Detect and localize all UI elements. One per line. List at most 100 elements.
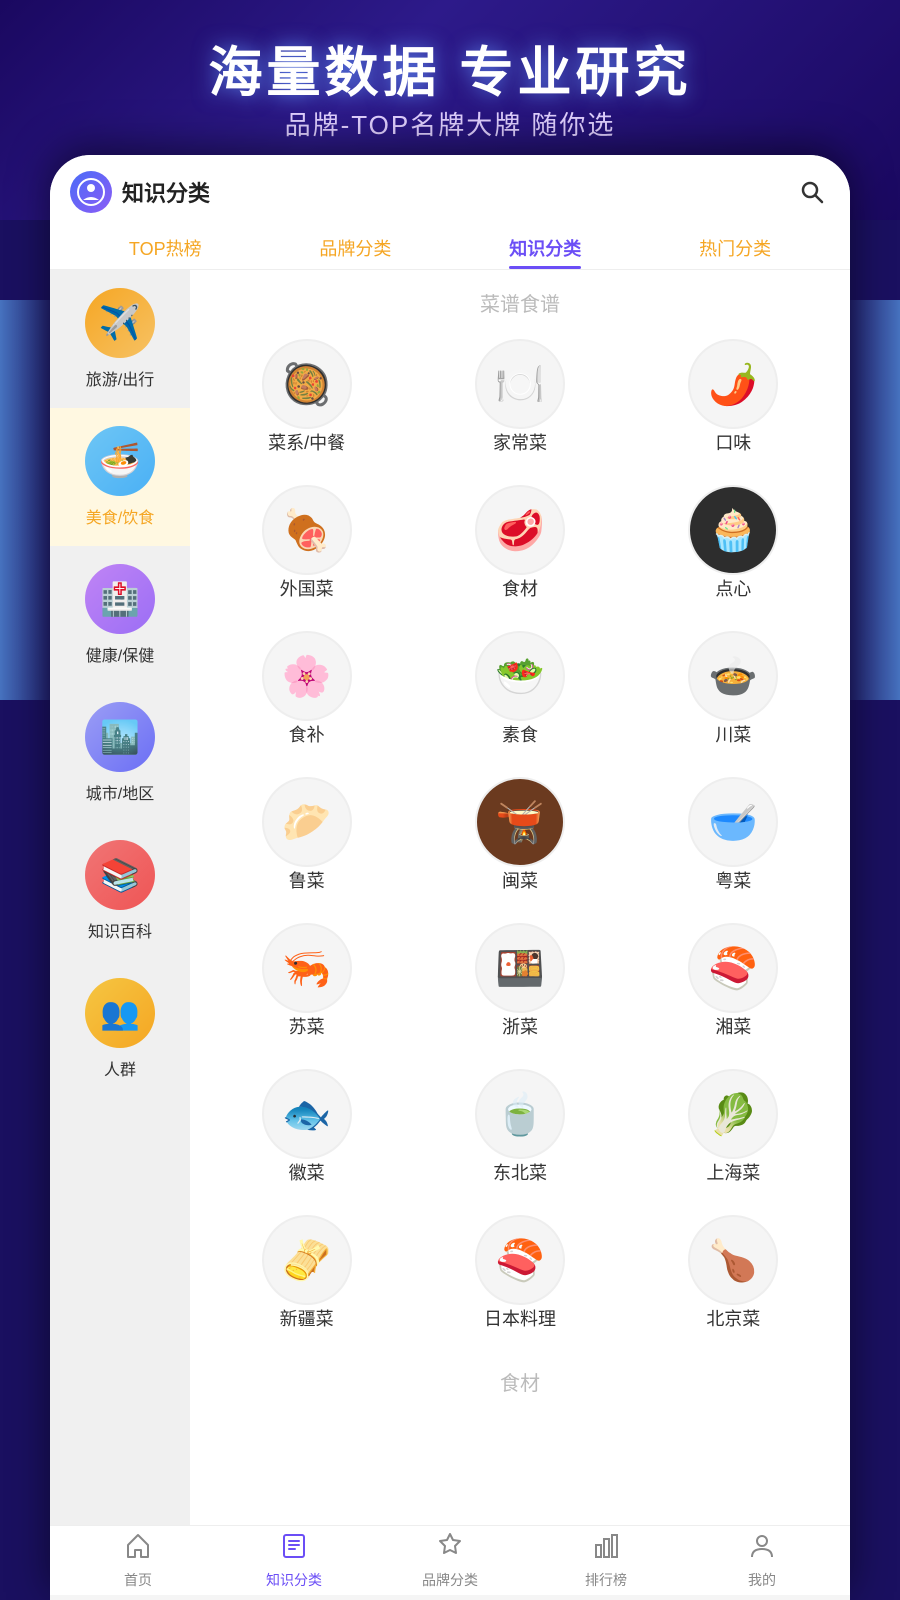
food-item-dongbei[interactable]: 🍵 东北菜 bbox=[413, 1057, 626, 1203]
tab-knowledge[interactable]: 知识分类 bbox=[509, 227, 581, 269]
food-item-hui[interactable]: 🐟 徽菜 bbox=[200, 1057, 413, 1203]
food-item-veg[interactable]: 🥗 素食 bbox=[413, 619, 626, 765]
food-label: 美食/饮食 bbox=[86, 504, 154, 528]
food-label-xiang: 湘菜 bbox=[715, 1013, 751, 1039]
food-item-homecook[interactable]: 🍽️ 家常菜 bbox=[413, 327, 626, 473]
tab-brand[interactable]: 品牌分类 bbox=[319, 227, 391, 269]
food-img-foreign: 🍖 bbox=[262, 485, 352, 575]
city-label: 城市/地区 bbox=[86, 780, 154, 804]
sidebar-item-food[interactable]: 🍜 美食/饮食 bbox=[50, 408, 190, 546]
sidebar: ✈️ 旅游/出行 🍜 美食/饮食 🏥 健康/保健 🏙️ bbox=[50, 270, 190, 1525]
people-icon: 👥 bbox=[85, 978, 155, 1048]
food-img-dessert: 🧁 bbox=[688, 485, 778, 575]
people-label: 人群 bbox=[104, 1056, 136, 1080]
nav-brand[interactable]: 品牌分类 bbox=[372, 1531, 528, 1590]
food-img-japan: 🍣 bbox=[475, 1215, 565, 1305]
search-button[interactable] bbox=[794, 174, 830, 210]
sidebar-item-wiki[interactable]: 📚 知识百科 bbox=[50, 822, 190, 960]
logo-icon bbox=[77, 178, 105, 206]
food-item-sichuan[interactable]: 🍲 川菜 bbox=[627, 619, 840, 765]
food-label-su: 苏菜 bbox=[289, 1013, 325, 1039]
ranking-icon bbox=[592, 1531, 620, 1566]
food-img-lu: 🥟 bbox=[262, 777, 352, 867]
travel-label: 旅游/出行 bbox=[86, 366, 154, 390]
hero-subtitle: 品牌-TOP名牌大牌 随你选 bbox=[0, 105, 900, 142]
food-img-chinese: 🥘 bbox=[262, 339, 352, 429]
food-label-foreign: 外国菜 bbox=[280, 575, 334, 601]
header-top: 知识分类 bbox=[70, 171, 830, 213]
sidebar-item-people[interactable]: 👥 人群 bbox=[50, 960, 190, 1098]
food-item-supplement[interactable]: 🌸 食补 bbox=[200, 619, 413, 765]
food-img-sichuan: 🍲 bbox=[688, 631, 778, 721]
food-img-xiang: 🍣 bbox=[688, 923, 778, 1013]
food-item-japan[interactable]: 🍣 日本料理 bbox=[413, 1203, 626, 1349]
bottom-nav: 首页 知识分类 品牌分类 bbox=[50, 1525, 850, 1595]
food-label-dongbei: 东北菜 bbox=[493, 1159, 547, 1185]
app-logo bbox=[70, 171, 112, 213]
food-img-beijing: 🍗 bbox=[688, 1215, 778, 1305]
section-header-recipe: 菜谱食谱 bbox=[190, 270, 850, 327]
food-img-veg: 🥗 bbox=[475, 631, 565, 721]
food-label-chinese: 菜系/中餐 bbox=[268, 429, 345, 455]
health-icon: 🏥 bbox=[85, 564, 155, 634]
food-img-min: 🫕 bbox=[475, 777, 565, 867]
food-item-taste[interactable]: 🌶️ 口味 bbox=[627, 327, 840, 473]
food-item-lu[interactable]: 🥟 鲁菜 bbox=[200, 765, 413, 911]
tab-top[interactable]: TOP热榜 bbox=[129, 227, 202, 269]
nav-home[interactable]: 首页 bbox=[60, 1531, 216, 1590]
nav-knowledge[interactable]: 知识分类 bbox=[216, 1531, 372, 1590]
food-item-foreign[interactable]: 🍖 外国菜 bbox=[200, 473, 413, 619]
app-header: 知识分类 TOP热榜 品牌分类 知识分类 热门分类 bbox=[50, 155, 850, 270]
food-label-taste: 口味 bbox=[715, 429, 751, 455]
food-item-shanghai[interactable]: 🥬 上海菜 bbox=[627, 1057, 840, 1203]
wiki-icon: 📚 bbox=[85, 840, 155, 910]
food-icon: 🍜 bbox=[85, 426, 155, 496]
food-label-ingredient: 食材 bbox=[502, 575, 538, 601]
nav-brand-label: 品牌分类 bbox=[422, 1570, 478, 1590]
right-content: 菜谱食谱 🥘 菜系/中餐 🍽️ 家常菜 🌶️ 口味 🍖 外国菜 bbox=[190, 270, 850, 1525]
home-icon bbox=[124, 1531, 152, 1566]
food-img-shanghai: 🥬 bbox=[688, 1069, 778, 1159]
health-label: 健康/保健 bbox=[86, 642, 154, 666]
food-grid: 🥘 菜系/中餐 🍽️ 家常菜 🌶️ 口味 🍖 外国菜 🥩 食材 bbox=[190, 327, 850, 1349]
food-item-xinjiang[interactable]: 🫔 新疆菜 bbox=[200, 1203, 413, 1349]
section-header-ingredients: 食材 bbox=[190, 1349, 850, 1406]
sidebar-item-city[interactable]: 🏙️ 城市/地区 bbox=[50, 684, 190, 822]
mine-icon bbox=[748, 1531, 776, 1566]
food-item-min[interactable]: 🫕 闽菜 bbox=[413, 765, 626, 911]
food-img-supplement: 🌸 bbox=[262, 631, 352, 721]
food-item-chinese[interactable]: 🥘 菜系/中餐 bbox=[200, 327, 413, 473]
food-img-xinjiang: 🫔 bbox=[262, 1215, 352, 1305]
food-item-yue[interactable]: 🥣 粤菜 bbox=[627, 765, 840, 911]
food-item-xiang[interactable]: 🍣 湘菜 bbox=[627, 911, 840, 1057]
food-label-xinjiang: 新疆菜 bbox=[280, 1305, 334, 1331]
tabs-row: TOP热榜 品牌分类 知识分类 热门分类 bbox=[70, 227, 830, 269]
food-label-veg: 素食 bbox=[502, 721, 538, 747]
phone-frame: 知识分类 TOP热榜 品牌分类 知识分类 热门分类 ✈️ bbox=[50, 155, 850, 1600]
food-label-homecook: 家常菜 bbox=[493, 429, 547, 455]
food-img-dongbei: 🍵 bbox=[475, 1069, 565, 1159]
sidebar-item-health[interactable]: 🏥 健康/保健 bbox=[50, 546, 190, 684]
food-img-hui: 🐟 bbox=[262, 1069, 352, 1159]
food-item-su[interactable]: 🦐 苏菜 bbox=[200, 911, 413, 1057]
knowledge-icon bbox=[280, 1531, 308, 1566]
food-img-su: 🦐 bbox=[262, 923, 352, 1013]
food-item-beijing[interactable]: 🍗 北京菜 bbox=[627, 1203, 840, 1349]
food-item-zhe[interactable]: 🍱 浙菜 bbox=[413, 911, 626, 1057]
nav-mine-label: 我的 bbox=[748, 1570, 776, 1590]
food-img-ingredient: 🥩 bbox=[475, 485, 565, 575]
food-label-hui: 徽菜 bbox=[289, 1159, 325, 1185]
food-label-shanghai: 上海菜 bbox=[706, 1159, 760, 1185]
food-label-sichuan: 川菜 bbox=[715, 721, 751, 747]
food-item-ingredient[interactable]: 🥩 食材 bbox=[413, 473, 626, 619]
food-label-beijing: 北京菜 bbox=[706, 1305, 760, 1331]
main-content: ✈️ 旅游/出行 🍜 美食/饮食 🏥 健康/保健 🏙️ bbox=[50, 270, 850, 1525]
food-img-yue: 🥣 bbox=[688, 777, 778, 867]
nav-ranking[interactable]: 排行榜 bbox=[528, 1531, 684, 1590]
sidebar-item-travel[interactable]: ✈️ 旅游/出行 bbox=[50, 270, 190, 408]
tab-hot[interactable]: 热门分类 bbox=[699, 227, 771, 269]
nav-mine[interactable]: 我的 bbox=[684, 1531, 840, 1590]
food-img-zhe: 🍱 bbox=[475, 923, 565, 1013]
food-item-dessert[interactable]: 🧁 点心 bbox=[627, 473, 840, 619]
app-title: 知识分类 bbox=[122, 176, 210, 208]
